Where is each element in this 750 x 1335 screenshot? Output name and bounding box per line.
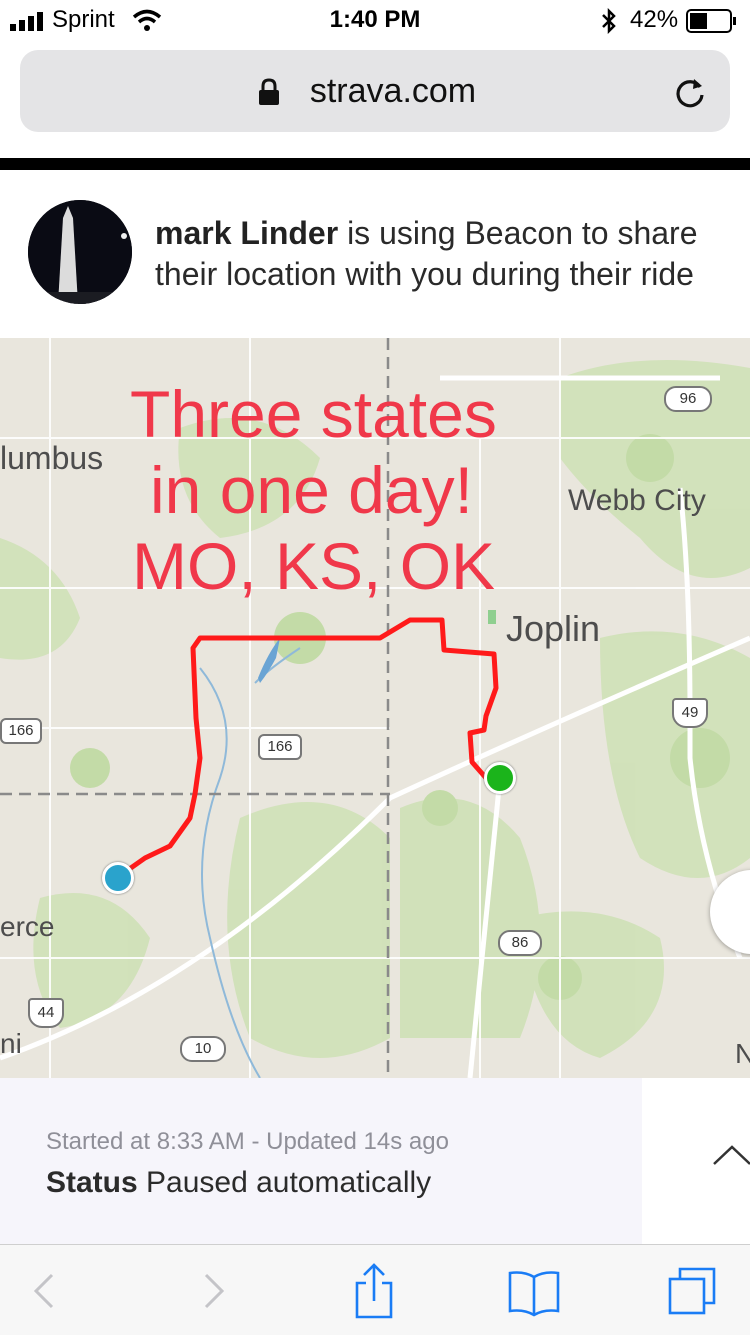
- reload-icon[interactable]: [672, 75, 708, 111]
- status-label: Status: [46, 1166, 138, 1199]
- current-location-marker[interactable]: [484, 762, 516, 794]
- share-icon[interactable]: [346, 1263, 402, 1319]
- expand-panel[interactable]: [642, 1078, 750, 1244]
- annotation-line-3: MO, KS, OK: [132, 529, 496, 603]
- highway-shield-86: 86: [498, 930, 542, 956]
- highway-shield-166: 166: [258, 734, 302, 760]
- chevron-up-icon[interactable]: [712, 1144, 750, 1168]
- browser-toolbar: [0, 1244, 750, 1335]
- forward-icon[interactable]: [184, 1263, 240, 1319]
- address-bar[interactable]: strava.com: [20, 50, 730, 132]
- activity-status: Status Paused automatically: [46, 1166, 431, 1200]
- place-label-columbus: lumbus: [0, 440, 104, 476]
- place-label-joplin: Joplin: [506, 608, 601, 649]
- start-marker[interactable]: [102, 862, 134, 894]
- beacon-message: mark Linder is using Beacon to share the…: [155, 213, 750, 295]
- activity-panel: Started at 8:33 AM - Updated 14s ago Sta…: [0, 1078, 642, 1244]
- annotation-line-2: in one day!: [150, 453, 473, 527]
- status-value: Paused automatically: [137, 1166, 432, 1199]
- bluetooth-icon: [602, 8, 616, 34]
- highway-shield-96: 96: [664, 386, 712, 412]
- annotation-line-1: Three states: [130, 377, 497, 451]
- back-icon[interactable]: [18, 1263, 74, 1319]
- bookmarks-icon[interactable]: [506, 1263, 562, 1319]
- place-label-edge-left: ni: [0, 1028, 22, 1059]
- url-text: strava.com: [309, 72, 477, 110]
- map-view[interactable]: lumbus Webb City Joplin erce ni N 96 166…: [0, 338, 750, 1078]
- place-label-webb-city: Webb City: [568, 484, 706, 517]
- place-label-edge-right: N: [735, 1038, 750, 1069]
- message-line-2: their location with you during their rid…: [155, 256, 694, 292]
- avatar: [28, 200, 132, 304]
- highway-shield-10: 10: [180, 1036, 226, 1062]
- highway-shield-166-left: 166: [0, 718, 42, 744]
- activity-started-text: Started at 8:33 AM - Updated 14s ago: [46, 1128, 449, 1155]
- message-line-1: is using Beacon to share: [338, 215, 698, 251]
- interstate-shield-49: 49: [672, 698, 708, 728]
- battery-icon: [686, 9, 736, 33]
- battery-percent: 42%: [630, 6, 679, 33]
- tabs-icon[interactable]: [666, 1263, 722, 1319]
- interstate-shield-44: 44: [28, 998, 64, 1028]
- page-top-border: [0, 158, 750, 170]
- user-name[interactable]: mark Linder: [155, 215, 338, 251]
- place-label-pierce: erce: [0, 911, 55, 942]
- status-bar: Sprint 1:40 PM 42%: [0, 0, 750, 40]
